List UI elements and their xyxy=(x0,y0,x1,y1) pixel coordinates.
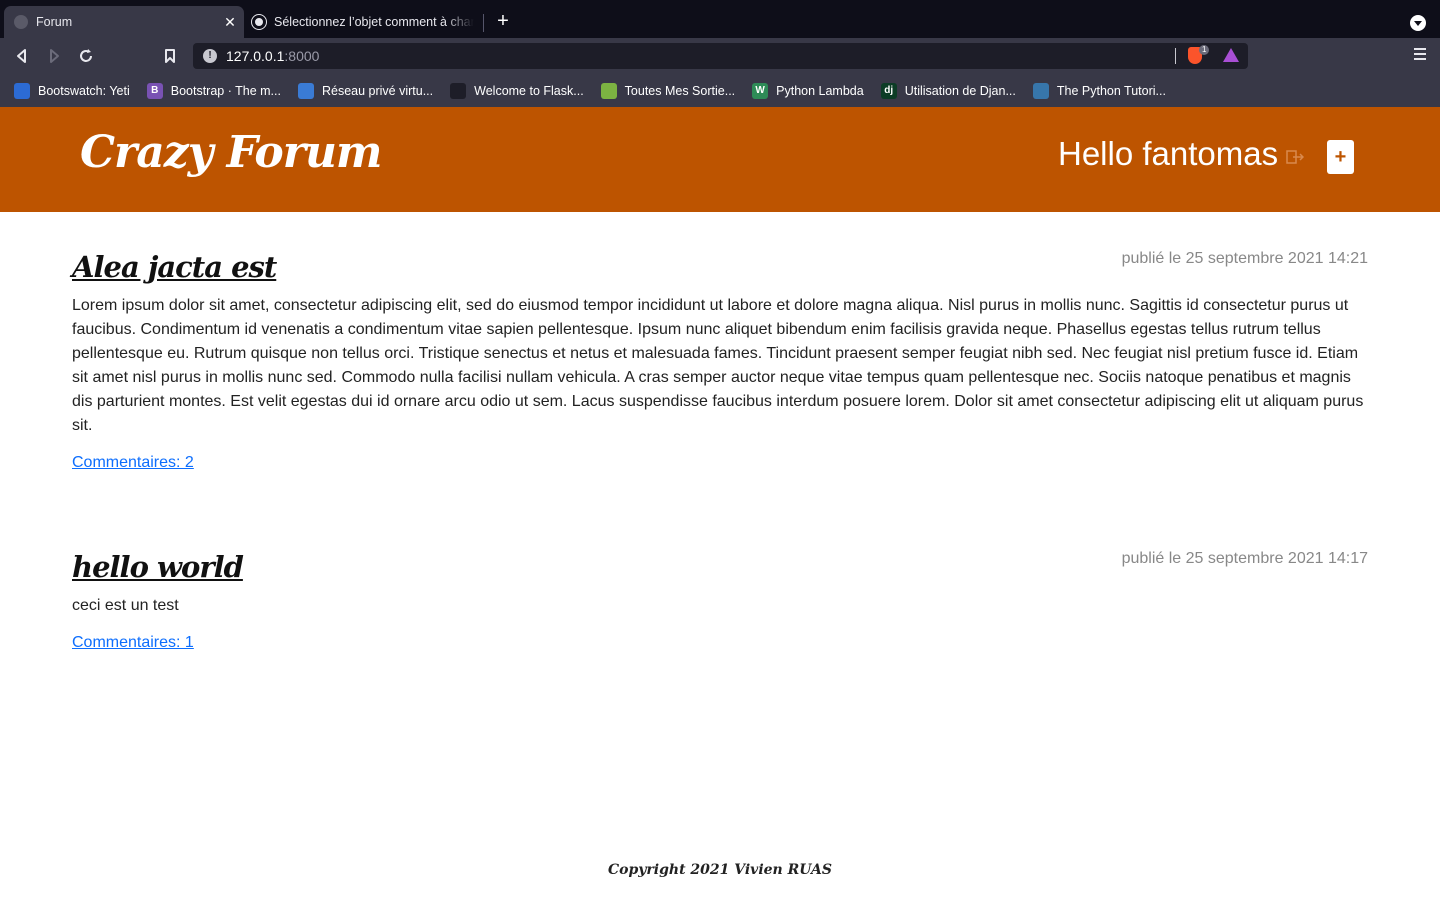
bookmark-label: Réseau privé virtu... xyxy=(321,83,434,98)
tab-title: Sélectionnez l’objet comment à changer xyxy=(274,15,474,29)
shield-count-badge: 1 xyxy=(1199,45,1210,55)
new-tab-button[interactable]: + xyxy=(493,11,513,31)
bookmark-button[interactable] xyxy=(160,46,180,66)
bookmark-icon xyxy=(165,49,175,63)
post-body: ceci est un test xyxy=(72,597,179,614)
bookmark-label: Welcome to Flask... xyxy=(474,83,584,98)
bookmark-favicon-icon xyxy=(600,82,617,99)
site-info-icon[interactable]: ! xyxy=(203,49,217,63)
post-comments-link[interactable]: Commentaires: 2 xyxy=(72,454,194,472)
tab-title: Forum xyxy=(36,15,73,29)
tab-forum[interactable]: Forum ✕ xyxy=(4,6,244,38)
bookmarks-bar: Bootswatch: Yeti B Bootstrap · The m... Rés… xyxy=(0,74,1440,107)
post-body: Lorem ipsum dolor sit amet, consectetur … xyxy=(72,297,1364,434)
bookmark-favicon-icon: W xyxy=(752,82,769,99)
forward-button[interactable] xyxy=(44,46,64,66)
browser-menu-icon[interactable] xyxy=(1414,48,1426,62)
bookmark-favicon-icon xyxy=(1032,82,1049,99)
bookmark-item[interactable]: Bootswatch: Yeti xyxy=(14,82,130,99)
globe-icon xyxy=(14,15,28,29)
url-text[interactable]: 127.0.0.1:8000 xyxy=(226,48,319,64)
bookmark-label: Python Lambda xyxy=(776,83,864,98)
forward-arrow-icon xyxy=(50,49,59,63)
post-comments-link[interactable]: Commentaires: 1 xyxy=(72,634,194,652)
bookmark-favicon-icon xyxy=(297,82,314,99)
post-date: publié le 25 septembre 2021 14:21 xyxy=(1121,250,1368,267)
site-header: Crazy Forum Hello fantomas + xyxy=(0,107,1440,212)
post-card: Alea jacta est publié le 25 septembre 20… xyxy=(72,250,1368,472)
bookmark-item[interactable]: The Python Tutori... xyxy=(1032,82,1166,99)
bookmark-item[interactable]: Welcome to Flask... xyxy=(450,82,584,99)
bookmark-favicon-icon: dj xyxy=(880,82,897,99)
close-tab-icon[interactable]: ✕ xyxy=(222,14,238,31)
bookmark-label: Toutes Mes Sortie... xyxy=(624,83,736,98)
logout-icon[interactable] xyxy=(1286,150,1304,164)
post-title-link[interactable]: hello world xyxy=(72,550,244,584)
bookmark-label: Bootswatch: Yeti xyxy=(38,83,130,98)
bookmark-item[interactable]: dj Utilisation de Djan... xyxy=(880,82,1016,99)
back-arrow-icon xyxy=(17,49,26,63)
browser-toolbar: ! 127.0.0.1:8000 1 xyxy=(0,38,1440,74)
brave-rewards-icon[interactable] xyxy=(1223,48,1239,62)
globe-icon xyxy=(251,14,267,30)
bookmark-item[interactable]: Réseau privé virtu... xyxy=(297,82,434,99)
address-bar[interactable]: ! 127.0.0.1:8000 1 xyxy=(193,43,1248,69)
tab-divider xyxy=(483,14,484,32)
bookmark-label: Bootstrap · The m... xyxy=(170,83,281,98)
bookmark-favicon-icon xyxy=(450,82,467,99)
tab-admin[interactable]: Sélectionnez l’objet comment à changer xyxy=(244,6,484,38)
post-card: hello world publié le 25 septembre 2021 … xyxy=(72,550,1368,652)
bookmark-label: Utilisation de Djan... xyxy=(904,83,1016,98)
url-port: :8000 xyxy=(284,48,320,64)
user-greeting: Hello fantomas xyxy=(1058,135,1279,172)
browser-tab-bar: Forum ✕ Sélectionnez l’objet comment à c… xyxy=(0,0,1440,38)
bookmark-favicon-icon: B xyxy=(146,82,163,99)
tab-list-dropdown-icon[interactable] xyxy=(1410,15,1426,31)
bookmark-label: The Python Tutori... xyxy=(1056,83,1166,98)
site-footer: Copyright 2021 Vivien RUAS xyxy=(608,862,832,878)
post-date: publié le 25 septembre 2021 14:17 xyxy=(1121,550,1368,567)
bookmark-favicon-icon xyxy=(14,82,30,99)
back-button[interactable] xyxy=(12,46,32,66)
add-post-button[interactable]: + xyxy=(1327,140,1354,174)
post-title-link[interactable]: Alea jacta est xyxy=(72,250,277,284)
url-divider xyxy=(1175,48,1176,64)
url-host: 127.0.0.1 xyxy=(226,48,285,64)
bookmark-item[interactable]: W Python Lambda xyxy=(752,82,864,99)
reload-button[interactable] xyxy=(76,46,96,66)
bookmark-item[interactable]: B Bootstrap · The m... xyxy=(146,82,281,99)
site-brand[interactable]: Crazy Forum xyxy=(80,127,382,178)
bookmark-item[interactable]: Toutes Mes Sortie... xyxy=(600,82,736,99)
reload-icon xyxy=(80,49,92,62)
